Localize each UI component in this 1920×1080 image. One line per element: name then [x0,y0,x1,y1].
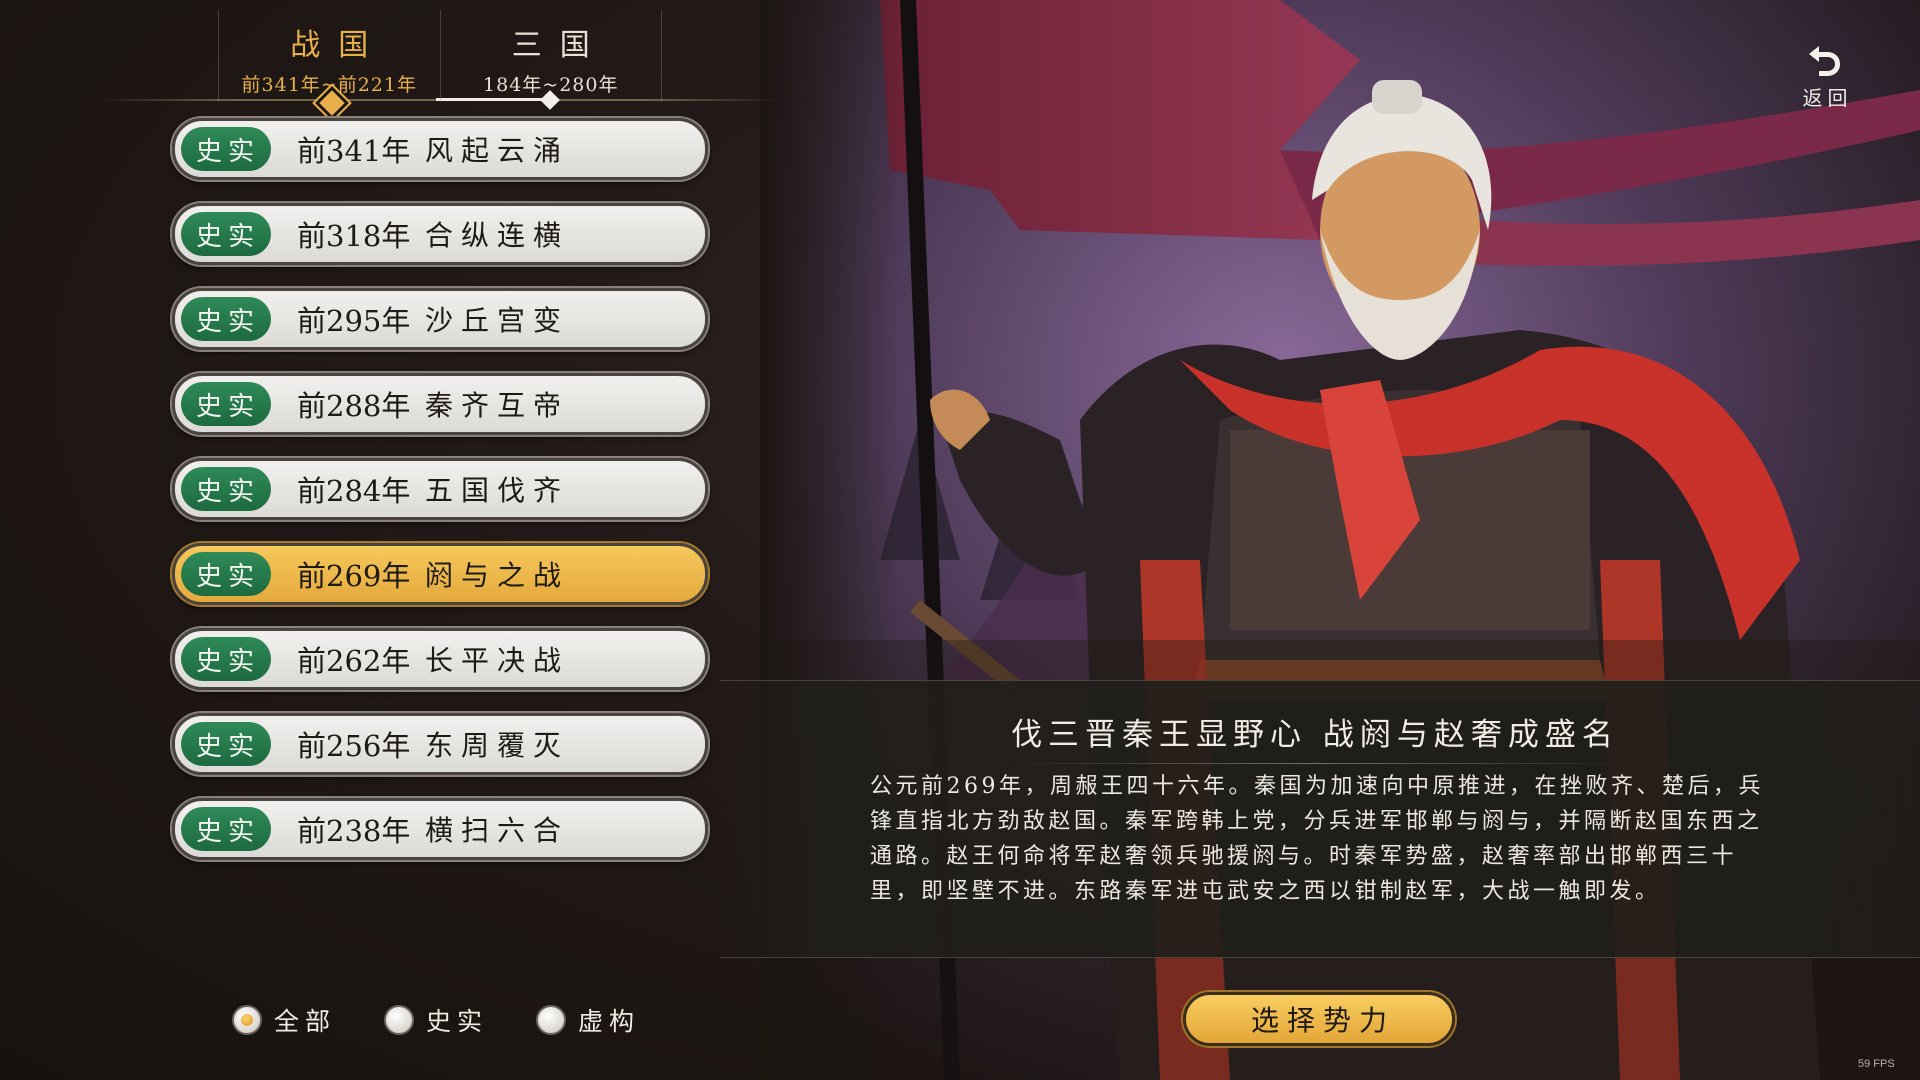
filter-all[interactable]: 全部 [232,1002,336,1038]
scenario-year: 前269年 [297,559,411,593]
radio-unchecked-icon[interactable] [384,1005,415,1035]
fps-counter: 59 FPS [1858,1058,1895,1070]
era-name: 战国 [290,28,387,63]
filter-label: 虚构 [578,1007,641,1036]
scenario-item-selected[interactable]: 史实 前269年 阏与之战 [172,543,708,605]
scenario-item[interactable]: 史实 前262年 长平决战 [172,628,708,690]
scenario-name: 阏与之战 [425,559,570,592]
scenario-item[interactable]: 史实 前341年 风起云涌 [172,118,708,180]
historical-badge: 史实 [181,382,271,426]
scenario-year: 前256年 [297,729,411,763]
scenario-name: 沙丘宫变 [425,304,570,337]
scenario-description-panel: 伐三晋秦王显野心 战阏与赵奢成盛名 公元前269年，周赧王四十六年。秦国为加速向… [720,680,1920,958]
filter-label: 全部 [274,1007,337,1036]
scenario-item[interactable]: 史实 前284年 五国伐齐 [172,458,708,520]
historical-badge: 史实 [181,552,271,596]
scenario-name: 风起云涌 [425,134,570,167]
historical-badge: 史实 [181,637,271,681]
scenario-year: 前295年 [297,304,411,338]
scenario-item[interactable]: 史实 前256年 东周覆灭 [172,713,708,775]
era-tabs: 战国 前341年~前221年 三国 184年~280年 [218,10,662,102]
scenario-filter-group: 全部 史实 虚构 [232,1002,688,1038]
scenario-name: 东周覆灭 [425,729,570,762]
scenario-name: 五国伐齐 [425,474,570,507]
historical-badge: 史实 [181,467,271,511]
title-divider [1000,763,1630,764]
radio-checked-icon[interactable] [232,1005,262,1035]
scenario-year: 前238年 [297,814,411,848]
scenario-item[interactable]: 史实 前295年 沙丘宫变 [172,288,708,350]
filter-fictional[interactable]: 虚构 [536,1002,640,1038]
radio-dot [241,1014,253,1026]
scenario-title: 伐三晋秦王显野心 战阏与赵奢成盛名 [1011,717,1619,753]
scenario-year: 前262年 [297,644,411,678]
scenario-name: 合纵连横 [425,219,570,252]
scenario-year: 前288年 [297,389,411,423]
undo-arrow-icon [1809,46,1840,76]
historical-badge: 史实 [181,297,271,341]
back-button[interactable]: 返回 [1790,40,1860,118]
scenario-name: 横扫六合 [425,814,570,847]
historical-badge: 史实 [181,212,271,256]
scenario-item[interactable]: 史实 前288年 秦齐互帝 [172,373,708,435]
back-label: 返回 [1802,86,1853,110]
scenario-name: 秦齐互帝 [425,389,570,422]
filter-historical[interactable]: 史实 [384,1002,488,1038]
radio-unchecked-icon[interactable] [536,1005,567,1035]
tab-era-three-kingdoms[interactable]: 三国 184年~280年 [439,10,662,102]
scenario-year: 前341年 [297,134,411,168]
select-faction-button[interactable]: 选择势力 [1183,992,1455,1046]
historical-badge: 史实 [181,722,271,766]
scenario-year: 前284年 [297,474,411,508]
scenario-description-text: 公元前269年，周赧王四十六年。秦国为加速向中原推进，在挫败齐、楚后，兵锋直指北… [870,774,1764,904]
scenario-item[interactable]: 史实 前318年 合纵连横 [172,203,708,265]
scenario-year: 前318年 [297,219,411,253]
filter-label: 史实 [426,1007,489,1036]
historical-badge: 史实 [181,127,271,171]
scenario-select-screen: 战国 前341年~前221年 三国 184年~280年 史实 前341年 风起云… [0,0,1920,1080]
historical-badge: 史实 [181,807,271,851]
scenario-item[interactable]: 史实 前238年 横扫六合 [172,798,708,860]
scenario-name: 长平决战 [425,644,570,677]
era-name: 三国 [511,28,608,63]
scenario-list: 史实 前341年 风起云涌 史实 前318年 合纵连横 史实 前295年 沙丘宫… [172,118,708,883]
